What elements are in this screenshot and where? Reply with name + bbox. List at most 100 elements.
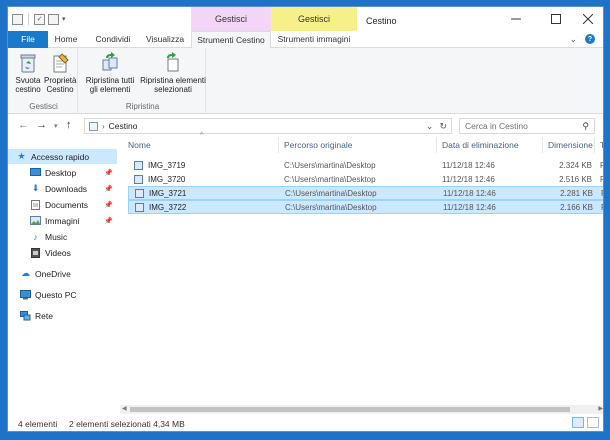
scroll-right-icon[interactable]: ▶: [598, 405, 603, 412]
large-icons-view-icon[interactable]: [587, 417, 599, 428]
breadcrumb-chevron-icon[interactable]: ›: [102, 122, 105, 131]
column-divider[interactable]: [594, 137, 595, 153]
tab-image-tools[interactable]: Strumenti immagini: [274, 31, 354, 48]
nav-label: Accesso rapido: [31, 151, 90, 162]
customize-toolbar-icon[interactable]: ▾: [62, 15, 66, 23]
maximize-icon: [551, 14, 561, 24]
group-label-manage: Gestisci: [29, 102, 58, 111]
quick-access-toolbar: ✓ ▾: [12, 13, 66, 25]
pin-icon[interactable]: 📌: [104, 217, 113, 225]
column-size[interactable]: Dimensione: [548, 140, 593, 150]
nav-item-downloads[interactable]: ⬇ Downloads 📌: [8, 181, 117, 196]
new-folder-icon[interactable]: [48, 13, 59, 25]
file-row-selected[interactable]: IMG_3722 C:\Users\martina\Desktop 11/12/…: [128, 200, 603, 214]
collapse-ribbon-icon[interactable]: ⌄: [569, 34, 577, 45]
recent-locations-button[interactable]: ▾: [54, 122, 58, 130]
nav-item-images[interactable]: Immagini 📌: [8, 213, 117, 228]
help-icon[interactable]: ?: [585, 34, 595, 44]
restore-all-icon: [100, 52, 120, 74]
selection-info: 2 elementi selezionati 4,34 MB: [69, 419, 185, 429]
file-deleted-date: 11/12/18 12:46: [442, 175, 495, 184]
column-divider[interactable]: [542, 137, 543, 153]
file-deleted-date: 11/12/18 12:46: [443, 203, 496, 212]
nav-item-this-pc[interactable]: Questo PC: [8, 287, 117, 302]
details-view-icon[interactable]: [572, 417, 584, 428]
close-button[interactable]: [568, 7, 603, 31]
pin-icon[interactable]: 📌: [104, 185, 113, 193]
column-divider[interactable]: [278, 137, 279, 153]
file-type: F: [600, 175, 603, 184]
file-deleted-date: 11/12/18 12:46: [443, 189, 496, 198]
nav-item-desktop[interactable]: Desktop 📌: [8, 165, 117, 180]
minimize-button[interactable]: [496, 7, 536, 31]
star-icon: ★: [17, 151, 26, 161]
back-button[interactable]: ←: [18, 119, 29, 131]
navigation-pane: ★ Accesso rapido Desktop 📌 ⬇ Downloads 📌…: [8, 139, 117, 411]
tab-view[interactable]: Visualizza: [140, 31, 190, 48]
column-original-path[interactable]: Percorso originale: [284, 140, 353, 150]
horizontal-scrollbar[interactable]: ◀ ▶: [120, 405, 603, 414]
window-icon: [12, 13, 23, 25]
file-name: IMG_3719: [148, 161, 186, 170]
empty-recycle-bin-icon: [18, 52, 38, 74]
file-row[interactable]: IMG_3720 C:\Users\martina\Desktop 11/12/…: [128, 173, 603, 187]
nav-item-music[interactable]: ♪ Music: [8, 229, 117, 244]
computer-icon: [20, 289, 31, 300]
properties-icon[interactable]: ✓: [34, 13, 45, 25]
tab-share[interactable]: Condividi: [90, 31, 136, 48]
tab-home[interactable]: Home: [50, 31, 82, 48]
video-icon: [30, 247, 41, 258]
nav-label: Videos: [45, 247, 71, 258]
toolbar-divider: [28, 13, 29, 25]
address-row: ← → ▾ ↑ › Cestino ⌄ ↻ ⚲: [8, 115, 603, 137]
column-divider[interactable]: [436, 137, 437, 153]
nav-item-onedrive[interactable]: ☁ OneDrive: [8, 266, 117, 281]
search-box[interactable]: ⚲: [459, 118, 595, 134]
nav-label: Downloads: [45, 183, 88, 194]
restore-selected-icon: [163, 52, 183, 74]
column-deleted-date[interactable]: Data di eliminazione: [442, 140, 519, 150]
file-name: IMG_3722: [149, 203, 187, 212]
bin-properties-icon: [50, 52, 70, 74]
search-icon[interactable]: ⚲: [582, 121, 589, 132]
file-original-path: C:\Users\martina\Desktop: [284, 175, 376, 184]
file-row-selected[interactable]: IMG_3721 C:\Users\martina\Desktop 11/12/…: [128, 186, 603, 200]
column-name[interactable]: Nome: [128, 140, 151, 150]
close-icon: [583, 14, 593, 24]
file-row[interactable]: IMG_3719 C:\Users\martina\Desktop 11/12/…: [128, 159, 603, 173]
nav-item-network[interactable]: Rete: [8, 308, 117, 323]
file-original-path: C:\Users\martina\Desktop: [285, 203, 377, 212]
image-file-icon: [134, 175, 143, 184]
ribbon-group-restore: Ripristina tutti gli elementi Ripristina…: [80, 48, 206, 114]
tab-file[interactable]: File: [8, 31, 48, 48]
restore-selected-button[interactable]: Ripristina elementi selezionati: [140, 52, 206, 94]
scroll-left-icon[interactable]: ◀: [122, 405, 127, 412]
pin-icon[interactable]: 📌: [104, 201, 113, 209]
ribbon-controls: ⌄ ?: [569, 34, 595, 45]
nav-item-videos[interactable]: Videos: [8, 245, 117, 260]
breadcrumb-recycle-bin[interactable]: Cestino: [109, 121, 138, 131]
empty-bin-button[interactable]: Svuota cestino: [12, 52, 44, 94]
file-size: 2.281 KB: [560, 189, 593, 198]
nav-label: Questo PC: [35, 289, 77, 300]
forward-button[interactable]: →: [36, 119, 47, 131]
bin-properties-button[interactable]: Proprietà Cestino: [44, 52, 76, 94]
refresh-icon[interactable]: ↻: [439, 121, 447, 132]
restore-all-button[interactable]: Ripristina tutti gli elementi: [84, 52, 136, 94]
download-icon: ⬇: [31, 183, 40, 193]
scrollbar-thumb[interactable]: [130, 407, 570, 412]
nav-label: Rete: [35, 310, 53, 321]
nav-item-documents[interactable]: Documents 📌: [8, 197, 117, 212]
search-input[interactable]: [465, 121, 575, 131]
column-type[interactable]: T: [600, 140, 603, 150]
address-bar[interactable]: › Cestino ⌄ ↻: [84, 118, 452, 134]
status-bar: 4 elementi 2 elementi selezionati 4,34 M…: [8, 414, 603, 431]
nav-item-quick-access[interactable]: ★ Accesso rapido: [8, 149, 117, 164]
up-button[interactable]: ↑: [66, 119, 72, 131]
tab-recycle-bin-tools[interactable]: Strumenti Cestino: [191, 31, 271, 49]
address-dropdown-icon[interactable]: ⌄: [426, 121, 434, 132]
file-type: F: [600, 161, 603, 170]
pin-icon[interactable]: 📌: [104, 169, 113, 177]
group-label-restore: Ripristina: [125, 102, 160, 111]
file-name: IMG_3721: [149, 189, 187, 198]
